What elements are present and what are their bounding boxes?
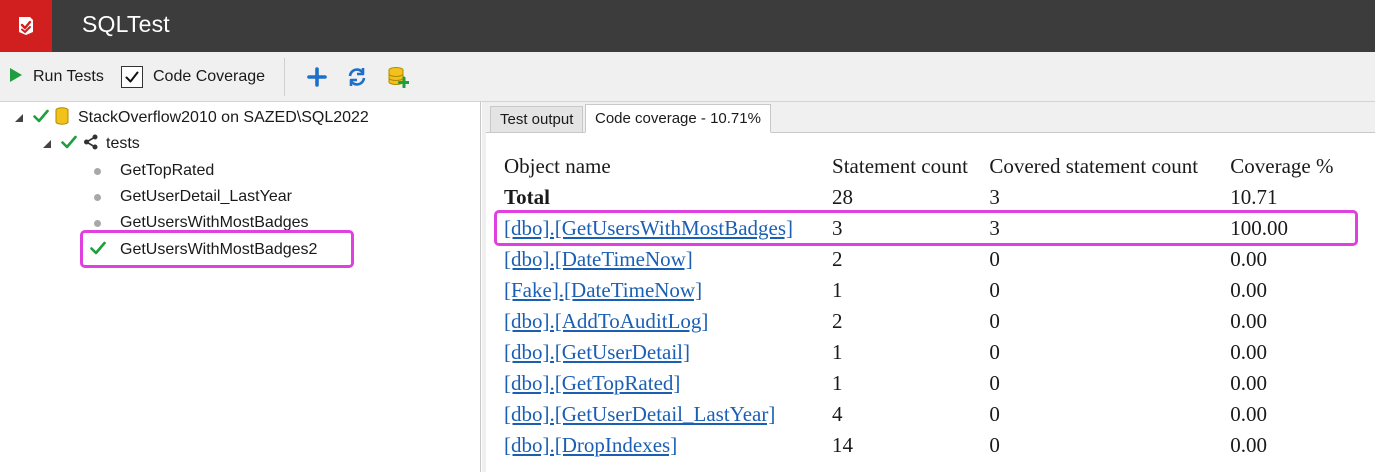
not-run-dot-icon [94, 167, 101, 175]
table-row: [dbo].[AddToAuditLog] 2 0 0.00 [504, 306, 1375, 337]
total-label: Total [504, 185, 550, 209]
object-link[interactable]: [dbo].[GetTopRated] [504, 371, 680, 395]
pass-check-icon [33, 109, 49, 128]
covered-count: 0 [989, 278, 1000, 302]
object-link[interactable]: [Fake].[DateTimeNow] [504, 278, 702, 302]
tree-node-test[interactable]: GetTopRated [94, 159, 214, 183]
covered-count: 0 [989, 247, 1000, 271]
coverage-percent: 0.00 [1230, 278, 1267, 302]
table-row: [dbo].[DropIndexes] 14 0 0.00 [504, 430, 1375, 461]
database-add-icon[interactable] [386, 65, 410, 89]
code-coverage-checkbox[interactable] [121, 66, 143, 88]
coverage-table: Object name Statement count Covered stat… [504, 151, 1375, 461]
covered-count: 0 [989, 340, 1000, 364]
table-row: [dbo].[GetUserDetail_LastYear] 4 0 0.00 [504, 399, 1375, 430]
highlight-box [494, 210, 1358, 246]
column-header: Statement count [832, 154, 968, 178]
tree-node-database[interactable]: StackOverflow2010 on SAZED\SQL2022 [12, 106, 369, 130]
play-icon [9, 67, 23, 88]
coverage-percent: 0.00 [1230, 309, 1267, 333]
database-icon [55, 106, 69, 130]
object-link[interactable]: [dbo].[DropIndexes] [504, 433, 677, 457]
results-panel: Test output Code coverage - 10.71% Objec… [482, 102, 1375, 472]
coverage-percent: 10.71 [1230, 185, 1278, 209]
code-coverage-toggle[interactable]: Code Coverage [121, 65, 265, 89]
table-row: [dbo].[DateTimeNow] 2 0 0.00 [504, 244, 1375, 275]
table-row: [dbo].[GetTopRated] 1 0 0.00 [504, 368, 1375, 399]
statement-count: 14 [832, 433, 854, 457]
column-header: Object name [504, 154, 611, 178]
database-label: StackOverflow2010 on SAZED\SQL2022 [78, 109, 369, 126]
sqltest-logo-icon [0, 0, 52, 52]
object-link[interactable]: [dbo].[GetUserDetail_LastYear] [504, 402, 775, 426]
tree-node-schema-tests[interactable]: tests [40, 132, 140, 156]
refresh-icon[interactable] [345, 65, 369, 89]
covered-count: 3 [989, 185, 1000, 209]
highlight-box [80, 230, 354, 268]
statement-count: 28 [832, 185, 854, 209]
plus-icon[interactable] [305, 65, 329, 89]
not-run-dot-icon [94, 219, 101, 227]
covered-count: 0 [989, 371, 1000, 395]
share-icon [83, 134, 99, 155]
column-header: Coverage % [1230, 154, 1334, 178]
pass-check-icon [61, 135, 77, 154]
coverage-percent: 0.00 [1230, 402, 1267, 426]
run-tests-label: Run Tests [33, 68, 104, 85]
object-link[interactable]: [dbo].[GetUserDetail] [504, 340, 690, 364]
tab-test-output[interactable]: Test output [490, 106, 584, 132]
table-row: [Fake].[DateTimeNow] 1 0 0.00 [504, 275, 1375, 306]
tab-code-coverage[interactable]: Code coverage - 10.71% [585, 104, 771, 133]
statement-count: 4 [832, 402, 843, 426]
tab-label: Test output [500, 111, 574, 128]
test-label: GetUserDetail_LastYear [120, 188, 292, 205]
coverage-percent: 0.00 [1230, 247, 1267, 271]
covered-count: 0 [989, 309, 1000, 333]
tree-node-test[interactable]: GetUserDetail_LastYear [94, 185, 292, 209]
covered-count: 0 [989, 433, 1000, 457]
schema-label: tests [106, 135, 140, 152]
table-header-row: Object name Statement count Covered stat… [504, 151, 1375, 182]
object-link[interactable]: [dbo].[DateTimeNow] [504, 247, 693, 271]
table-row: [dbo].[GetUserDetail] 1 0 0.00 [504, 337, 1375, 368]
not-run-dot-icon [94, 193, 101, 201]
coverage-percent: 0.00 [1230, 433, 1267, 457]
statement-count: 2 [832, 309, 843, 333]
total-row: Total 28 3 10.71 [504, 182, 1375, 213]
toolbar-divider [284, 58, 285, 96]
test-tree-panel: StackOverflow2010 on SAZED\SQL2022 tests… [0, 102, 481, 472]
statement-count: 2 [832, 247, 843, 271]
column-header: Covered statement count [989, 154, 1199, 178]
statement-count: 1 [832, 278, 843, 302]
coverage-percent: 0.00 [1230, 340, 1267, 364]
object-link[interactable]: [dbo].[AddToAuditLog] [504, 309, 708, 333]
collapse-arrow-icon[interactable] [12, 111, 26, 125]
statement-count: 1 [832, 371, 843, 395]
covered-count: 0 [989, 402, 1000, 426]
statement-count: 1 [832, 340, 843, 364]
tab-label: Code coverage - 10.71% [595, 110, 761, 127]
code-coverage-label: Code Coverage [153, 68, 266, 85]
coverage-percent: 0.00 [1230, 371, 1267, 395]
test-label: GetTopRated [120, 162, 215, 179]
app-title: SQLTest [82, 11, 170, 37]
toolbar: Run Tests Code Coverage [0, 52, 1375, 102]
collapse-arrow-icon[interactable] [40, 137, 54, 151]
run-tests-button[interactable]: Run Tests [9, 66, 104, 88]
title-bar: SQLTest [0, 0, 1375, 52]
code-coverage-view: Object name Statement count Covered stat… [486, 132, 1375, 472]
